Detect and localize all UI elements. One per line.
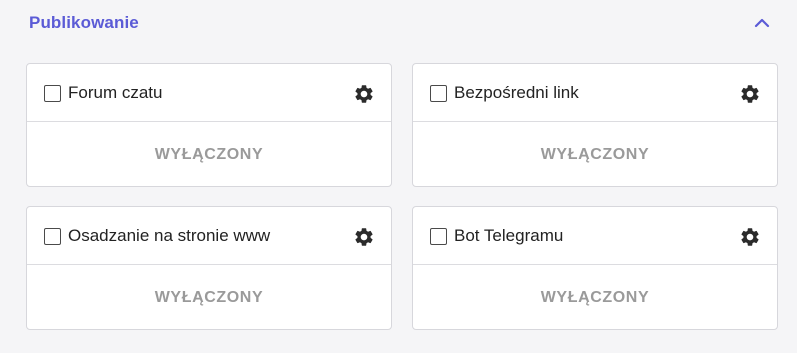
card-label: Bezpośredni link (454, 83, 579, 102)
card-telegram-bot: Bot Telegramu WYŁĄCZONY (412, 206, 778, 330)
card-chat-forum: Forum czatu WYŁĄCZONY (26, 63, 392, 187)
card-website-embed: Osadzanie na stronie www WYŁĄCZONY (26, 206, 392, 330)
card-label: Bot Telegramu (454, 226, 564, 245)
card-label: Osadzanie na stronie www (68, 226, 271, 245)
chevron-up-icon[interactable] (752, 15, 772, 31)
card-direct-link: Bezpośredni link WYŁĄCZONY (412, 63, 778, 187)
card-header: Bot Telegramu (413, 207, 777, 265)
gear-icon[interactable] (353, 83, 375, 105)
status-label: WYŁĄCZONY (540, 289, 650, 306)
chat-forum-checkbox[interactable] (44, 85, 61, 102)
telegram-bot-checkbox[interactable] (430, 228, 447, 245)
card-header: Bezpośredni link (413, 64, 777, 122)
gear-icon[interactable] (739, 226, 761, 248)
website-embed-checkbox[interactable] (44, 228, 61, 245)
status-label: WYŁĄCZONY (154, 289, 264, 306)
direct-link-checkbox[interactable] (430, 85, 447, 102)
section-title: Publikowanie (29, 13, 139, 32)
card-label: Forum czatu (68, 83, 163, 102)
status-label: WYŁĄCZONY (154, 146, 264, 163)
card-header: Forum czatu (27, 64, 391, 122)
publishing-section-header[interactable]: Publikowanie (0, 0, 797, 46)
gear-icon[interactable] (353, 226, 375, 248)
status-label: WYŁĄCZONY (540, 146, 650, 163)
gear-icon[interactable] (739, 83, 761, 105)
card-header: Osadzanie na stronie www (27, 207, 391, 265)
